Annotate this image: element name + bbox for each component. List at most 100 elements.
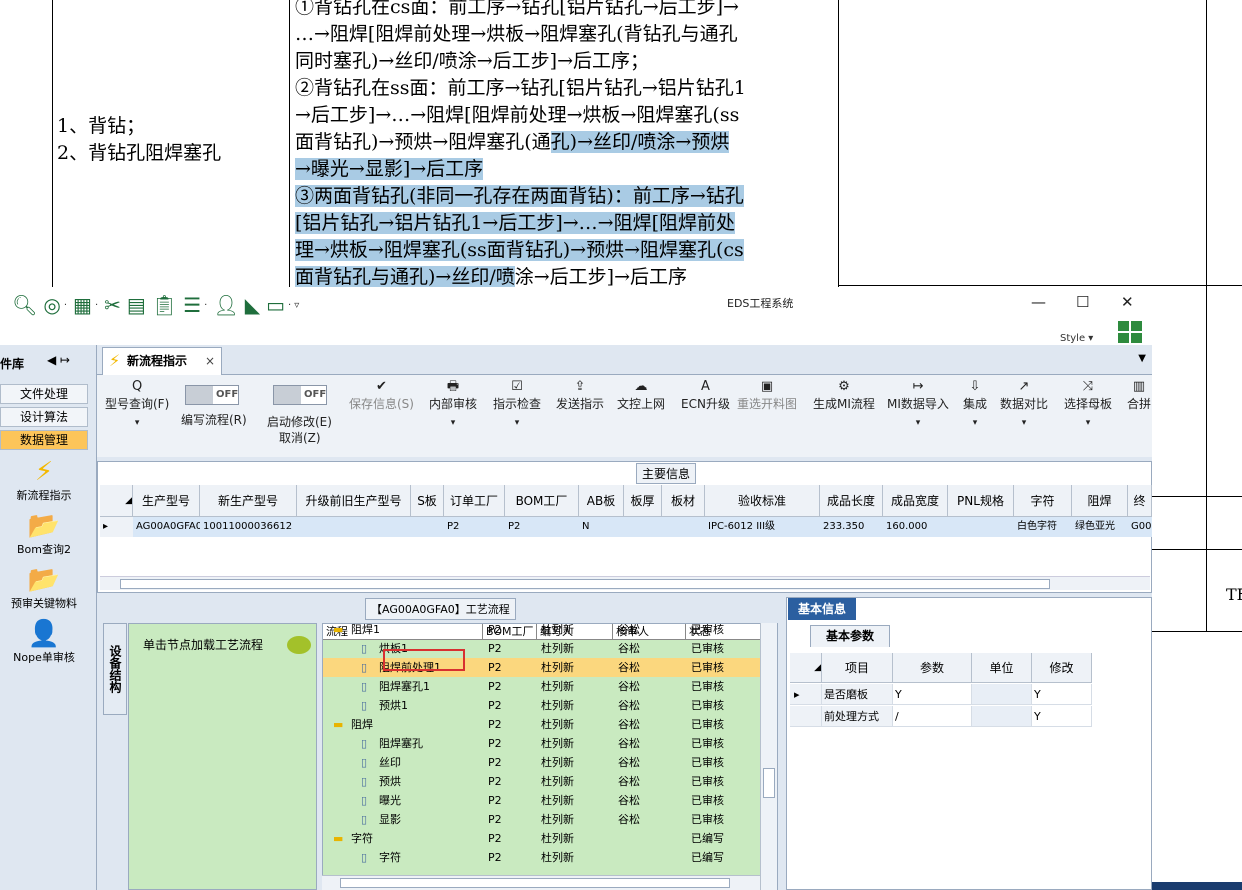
grid-column-header[interactable]: 生产型号 [133, 485, 200, 517]
dropdown-arrow-icon[interactable]: ▾ [429, 418, 477, 428]
grid-column-header[interactable]: PNL规格 [948, 485, 1014, 517]
grid-cell[interactable]: P2 [444, 517, 505, 537]
ribbon-button-1[interactable]: 🖶 内部审核 ▾ [429, 379, 477, 428]
grid-column-header[interactable]: 终 [1128, 485, 1152, 517]
search-icon[interactable]: 🔍︎ [12, 293, 37, 317]
dropdown-arrow-icon[interactable]: ▾ [887, 418, 949, 428]
tree-row[interactable]: ▯ 阻焊塞孔1 P2 杜列新 谷松 已审核 [323, 677, 763, 696]
grid-cell[interactable]: 233.350 [820, 517, 883, 537]
grid-cell[interactable]: P2 [505, 517, 579, 537]
grid-cell[interactable]: 10011000036612 [200, 517, 297, 537]
tree-row[interactable]: ▯ 阻焊塞孔 P2 杜列新 谷松 已审核 [323, 734, 763, 753]
grid-cell[interactable] [624, 517, 662, 537]
grid-column-header[interactable]: AB板 [579, 485, 624, 517]
grid-cell[interactable]: G00. [1128, 517, 1152, 537]
grid-column-header[interactable]: 阻焊 [1072, 485, 1128, 517]
grid-cell[interactable]: 绿色亚光 [1072, 517, 1128, 537]
globe-icon[interactable]: ◎ [43, 293, 60, 317]
ribbon-button-12[interactable]: ▥ 合拼 [1127, 379, 1151, 412]
nav-file-processing[interactable]: 文件处理 [0, 384, 88, 404]
ribbon-button-10[interactable]: ↗ 数据对比 ▾ [1000, 379, 1048, 428]
grid-cell[interactable] [662, 517, 705, 537]
user-icon[interactable]: 👤︎ [213, 293, 238, 317]
grid-column-header[interactable]: 板厚 [624, 485, 662, 517]
tree-vscrollbar[interactable] [760, 623, 777, 890]
tree-row[interactable]: ▬ 字符 P2 杜列新 已编写 [323, 829, 763, 848]
model-query-button[interactable]: Q 型号查询(F) ▾ [105, 379, 169, 428]
grid-column-header[interactable]: 字符 [1014, 485, 1072, 517]
nav-collapse-arrows[interactable]: ◀ ↦ [47, 353, 70, 367]
grid-cell[interactable] [948, 517, 1014, 537]
info-cell[interactable] [972, 684, 1032, 705]
grid-cell[interactable] [297, 517, 411, 537]
main-grid-hscrollbar[interactable] [100, 576, 1150, 590]
tree-row[interactable]: ▯ 预烘 P2 杜列新 谷松 已审核 [323, 772, 763, 791]
info-cell[interactable]: 是否磨板 [822, 684, 893, 705]
nav-key-material[interactable]: 📂 预审关键物料 [0, 565, 88, 611]
grid-column-header[interactable]: 升级前旧生产型号 [297, 485, 411, 517]
info-column-header[interactable]: 项目 [822, 653, 893, 683]
dropdown-arrow-icon[interactable]: ▾ [1000, 418, 1048, 428]
film-icon[interactable]: ▤ [127, 293, 146, 317]
grid-cell[interactable]: AG00A0GFA0 [133, 517, 202, 537]
grid-column-header[interactable]: BOM工厂 [505, 485, 579, 517]
monitor-icon[interactable]: ▭ [266, 293, 285, 317]
info-column-header[interactable]: 修改 [1032, 653, 1092, 683]
list-icon[interactable]: ☰ [183, 293, 201, 317]
tree-hscrollbar[interactable] [322, 875, 760, 890]
ribbon-button-6[interactable]: ▣ 重选开料图 [737, 379, 797, 412]
ribbon-button-4[interactable]: ☁ 文控上网 [617, 379, 665, 412]
ribbon-button-0[interactable]: ✔ 保存信息(S) [349, 379, 414, 412]
ribbon-button-9[interactable]: ⇩ 集成 ▾ [963, 379, 987, 428]
start-modify-toggle[interactable]: OFF [273, 385, 327, 405]
maximize-button[interactable]: ☐ [1076, 293, 1089, 311]
nav-nope-review[interactable]: 👤 Nope单审核 [0, 619, 88, 665]
grid-cell[interactable]: N [579, 517, 624, 537]
cancel-label[interactable]: 取消(Z) [279, 429, 321, 446]
grid-column-header[interactable]: S板 [411, 485, 444, 517]
grid-column-header[interactable]: 板材 [662, 485, 705, 517]
grid-cell[interactable]: IPC-6012 III级 [705, 517, 820, 537]
tree-row[interactable]: ▯ 显影 P2 杜列新 谷松 已审核 [323, 810, 763, 829]
tab-close-icon[interactable]: × [205, 348, 215, 374]
ribbon-button-2[interactable]: ☑ 指示检查 ▾ [493, 379, 541, 428]
edit-flow-toggle[interactable]: OFF [185, 385, 239, 405]
grid-cell[interactable]: 160.000 [883, 517, 948, 537]
scissors-icon[interactable]: ✂ [104, 293, 121, 317]
grid-column-header[interactable]: 验收标准 [705, 485, 820, 517]
minimize-button[interactable]: — [1031, 293, 1046, 311]
grid-column-header[interactable]: 新生产型号 [200, 485, 297, 517]
ribbon-button-3[interactable]: ⇪ 发送指示 [556, 379, 604, 412]
grid-column-header[interactable]: 订单工厂 [444, 485, 505, 517]
info-cell[interactable]: 前处理方式 [822, 706, 893, 727]
info-cell[interactable]: Y [893, 684, 972, 705]
info-column-header[interactable]: 单位 [972, 653, 1032, 683]
grid-cell[interactable]: 白色字符 [1014, 517, 1072, 537]
grid-column-header[interactable]: 成品宽度 [883, 485, 948, 517]
info-cell[interactable] [972, 706, 1032, 727]
tree-row[interactable]: ▬ 阻焊1 P2 杜列新 谷松 已审核 [323, 624, 763, 639]
tree-row[interactable]: ▯ 丝印 P2 杜列新 谷松 已审核 [323, 753, 763, 772]
ribbon-button-8[interactable]: ↦ MI数据导入 ▾ [887, 379, 949, 428]
info-cell[interactable]: / [893, 706, 972, 727]
tree-row[interactable]: ▯ 预烘1 P2 杜列新 谷松 已审核 [323, 696, 763, 715]
style-menu[interactable]: Style ▾ [1060, 333, 1093, 344]
table-icon[interactable]: ▦ [73, 293, 92, 317]
info-cell[interactable]: Y [1032, 706, 1092, 727]
dropdown-arrow-icon[interactable]: ▾ [105, 418, 169, 428]
ribbon-button-7[interactable]: ⚙ 生成MI流程 [813, 379, 875, 412]
nav-bom-query[interactable]: 📂 Bom查询2 [0, 511, 88, 557]
grid-column-header[interactable]: 成品长度 [820, 485, 883, 517]
info-cell[interactable]: Y [1032, 684, 1092, 705]
close-button[interactable]: ✕ [1121, 293, 1134, 311]
ribbon-button-5[interactable]: A ECN升级 [681, 379, 730, 412]
chart-icon[interactable]: ◣ [245, 293, 260, 317]
dropdown-arrow-icon[interactable]: ▾ [1064, 418, 1112, 428]
chat-bubble-icon[interactable] [287, 636, 311, 654]
tab-basic-params[interactable]: 基本参数 [810, 625, 890, 647]
nav-design-algorithm[interactable]: 设计算法 [0, 407, 88, 427]
tab-list-dropdown-icon[interactable]: ▼ [1138, 353, 1146, 364]
tab-basic-info[interactable]: 基本信息 [788, 598, 856, 620]
dropdown-arrow-icon[interactable]: ▾ [493, 418, 541, 428]
side-tab-structure[interactable]: 设备结构 [103, 623, 127, 715]
